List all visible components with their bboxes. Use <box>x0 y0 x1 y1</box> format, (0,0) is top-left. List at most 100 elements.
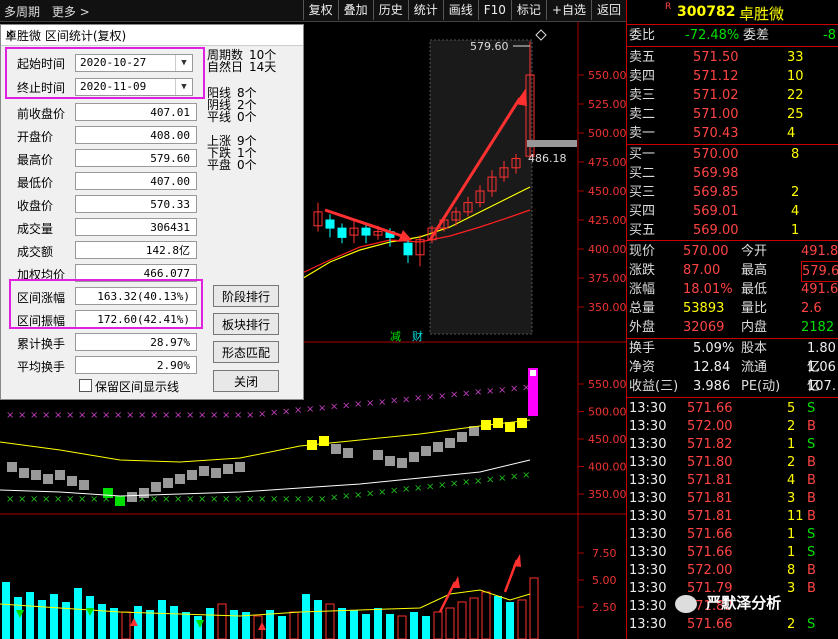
ask-row[interactable]: 卖二 571.00 25 <box>627 105 838 124</box>
ask-row[interactable]: 卖一 570.43 4 <box>627 124 838 143</box>
keep-interval-line-label: 保留区间显示线 <box>95 380 180 394</box>
chevron-down-icon[interactable]: ▼ <box>175 55 192 71</box>
indicator-tick-label: 450.00 <box>588 433 626 446</box>
pattern-match-button[interactable]: 形态匹配 <box>213 341 279 363</box>
indicator-marker-upper: × <box>510 384 518 395</box>
volume-arrowhead-1 <box>452 576 460 588</box>
indicator-box <box>385 456 395 466</box>
ask-row[interactable]: 卖四 571.12 10 <box>627 67 838 86</box>
volume-axis: 7.50 5.00 2.50 <box>578 547 617 614</box>
end-time-select[interactable]: 2020-11-09 ▼ <box>75 78 193 96</box>
indicator-marker-upper: × <box>414 393 422 404</box>
quote-panel: R 300782 卓胜微 委比 -72.48% 委差 -8 卖五 571.50 … <box>626 0 838 639</box>
indicator-marker-lower: × <box>462 477 470 488</box>
bid-row[interactable]: 买五 569.00 1 <box>627 221 838 240</box>
indicator-axis: 550.00 500.00 450.00 400.00 350.00 <box>578 378 626 501</box>
volume-bar <box>397 615 407 639</box>
volume-bar <box>325 603 335 639</box>
multi-period-button[interactable]: 多周期 <box>4 5 40 19</box>
indicator-box <box>55 470 65 480</box>
candle-body <box>337 227 347 238</box>
volume-bar <box>422 616 430 639</box>
start-time-value: 2020-10-27 <box>80 56 147 69</box>
indicator-box <box>79 480 89 490</box>
stat-item: 平盘 0个 <box>207 158 257 172</box>
volume-bar <box>278 616 286 639</box>
indicator-marker-upper: × <box>54 410 62 421</box>
field-label: 收盘价 <box>17 199 54 213</box>
indicator-box <box>331 444 341 454</box>
overlay-button[interactable]: 叠加 <box>337 0 373 20</box>
price-tick-label: 425.00 <box>588 214 626 227</box>
add-watchlist-button[interactable]: +自选 <box>545 0 591 20</box>
volume-bar <box>374 608 382 639</box>
candle-body <box>403 242 413 256</box>
mark-button[interactable]: 标记 <box>510 0 546 20</box>
indicator-marker-upper: × <box>18 410 26 421</box>
indicator-box <box>319 436 329 446</box>
indicator-marker-lower: × <box>258 494 266 505</box>
draw-line-button[interactable]: 画线 <box>442 0 478 20</box>
back-button[interactable]: 返回 <box>590 0 626 20</box>
restore-rights-button[interactable]: 复权 <box>302 0 338 20</box>
start-time-select[interactable]: 2020-10-27 ▼ <box>75 54 193 72</box>
close-button[interactable]: 关闭 <box>213 370 279 392</box>
field-label: 成交量 <box>17 222 54 236</box>
indicator-marker-upper: × <box>186 410 194 421</box>
bid-row[interactable]: 买一 570.00 8 <box>627 145 838 164</box>
weibi-label: 委比 <box>629 28 656 43</box>
volume-bar <box>457 601 467 639</box>
indicator-box <box>517 418 527 428</box>
tick-row: 13:30 571.81 11 B <box>629 509 816 524</box>
indicator-marker-upper: × <box>30 410 38 421</box>
volume-bar <box>362 614 370 639</box>
keep-interval-line-checkbox[interactable] <box>79 379 92 392</box>
indicator-box <box>211 468 221 478</box>
volume-bar <box>2 582 10 639</box>
chevron-down-icon[interactable]: ▼ <box>175 79 192 95</box>
indicator-box <box>43 474 53 484</box>
history-button[interactable]: 历史 <box>372 0 408 20</box>
stage-ranking-button[interactable]: 阶段排行 <box>213 285 279 307</box>
volume-bar <box>26 592 34 639</box>
bid-row[interactable]: 买三 569.85 2 <box>627 183 838 202</box>
indicator-marker-lower: × <box>474 476 482 487</box>
dialog-close-icon[interactable]: × <box>5 27 297 41</box>
indicator-box <box>235 462 245 472</box>
toolbar-buttons: 复权 叠加 历史 统计 画线 F10 标记 +自选 返回 <box>302 0 626 21</box>
current-price-bar <box>527 140 577 147</box>
f10-button[interactable]: F10 <box>477 0 511 20</box>
ask-row[interactable]: 卖三 571.02 22 <box>627 86 838 105</box>
indicator-box <box>187 470 197 480</box>
interval-statistics-dialog: 卓胜微 区间统计(复权) × 起始时间 2020-10-27 ▼ 终止时间 20… <box>0 24 304 400</box>
indicator-marker-lower: × <box>390 486 398 497</box>
volume-bar <box>302 594 310 639</box>
sector-ranking-button[interactable]: 板块排行 <box>213 313 279 335</box>
indicator-box <box>457 432 467 442</box>
indicator-marker-upper: × <box>258 409 266 420</box>
end-time-value: 2020-11-09 <box>80 80 147 93</box>
event-tag-2: 财 <box>412 329 423 343</box>
bid-row[interactable]: 买四 569.01 4 <box>627 202 838 221</box>
indicator-marker-lower: × <box>174 494 182 505</box>
indicator-marker-upper: × <box>126 410 134 421</box>
indicator-marker-lower: × <box>78 494 86 505</box>
period-menu[interactable]: 多周期 更多 > <box>4 3 90 20</box>
quote-info-row: 净资 12.84 流通 1.06亿 <box>629 360 836 394</box>
indicator-marker-lower: × <box>402 484 410 495</box>
quote-info-row: 总量 53893 量比 2.6 <box>629 301 822 316</box>
indicator-marker-lower: × <box>234 494 242 505</box>
indicator-marker-lower: × <box>378 487 386 498</box>
indicator-marker-upper: × <box>330 402 338 413</box>
more-button[interactable]: 更多 > <box>52 5 90 19</box>
indicator-box <box>409 452 419 462</box>
field-label: 前收盘价 <box>17 107 66 121</box>
indicator-tick-label: 550.00 <box>588 378 626 391</box>
volume-bar <box>158 600 166 639</box>
separator <box>627 240 838 241</box>
bid-row[interactable]: 买二 569.98 <box>627 164 838 183</box>
start-time-label: 起始时间 <box>17 57 66 71</box>
ask-row[interactable]: 卖五 571.50 33 <box>627 48 838 67</box>
indicator-marker-upper: × <box>426 392 434 403</box>
statistics-button[interactable]: 统计 <box>407 0 443 20</box>
